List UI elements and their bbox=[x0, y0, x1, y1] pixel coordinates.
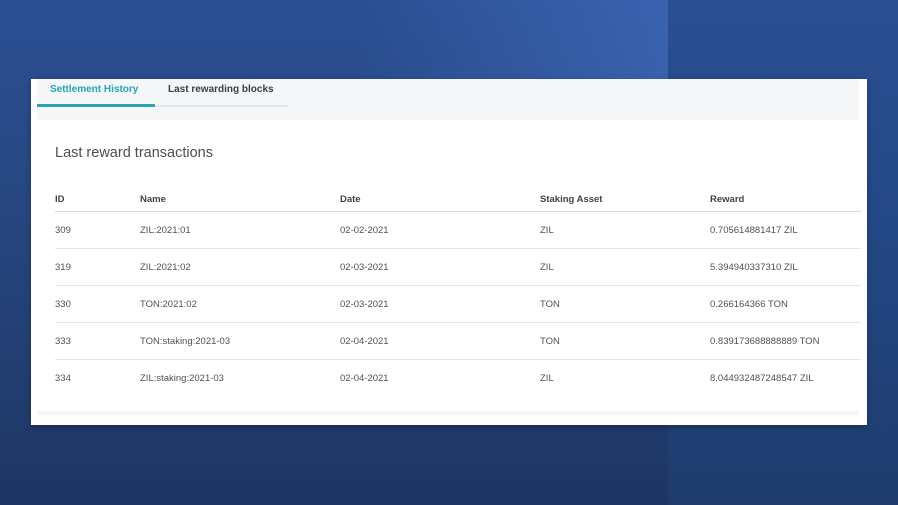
table-header-row: ID Name Date Staking Asset Reward bbox=[55, 187, 861, 212]
column-header-id: ID bbox=[55, 187, 140, 212]
panel-footer-strip bbox=[37, 411, 859, 415]
cell-name: TON:2021:02 bbox=[140, 285, 340, 323]
cell-reward: 0.266164366 TON bbox=[710, 285, 861, 323]
cell-staking-asset: ZIL bbox=[540, 211, 710, 249]
column-header-date: Date bbox=[340, 187, 540, 212]
table-row: 330 TON:2021:02 02-03-2021 TON 0.2661643… bbox=[55, 285, 861, 323]
reward-history-card: Settlement History Last rewarding blocks… bbox=[31, 79, 867, 425]
cell-id: 333 bbox=[55, 322, 140, 360]
cell-name: TON:staking:2021-03 bbox=[140, 322, 340, 360]
cell-staking-asset: ZIL bbox=[540, 372, 554, 384]
cell-name: ZIL:staking:2021-03 bbox=[140, 372, 224, 384]
table-row: 319 ZIL:2021:02 02-03-2021 ZIL 5.3949403… bbox=[55, 248, 861, 286]
cell-date: 02-03-2021 bbox=[340, 285, 540, 323]
table-row: 334 ZIL:staking:2021-03 02-04-2021 ZIL 8… bbox=[55, 360, 861, 397]
cell-reward: 0.705614881417 ZIL bbox=[710, 211, 861, 249]
cell-id: 309 bbox=[55, 211, 140, 249]
tab-last-rewarding-blocks[interactable]: Last rewarding blocks bbox=[168, 79, 274, 108]
cell-reward: 8.044932487248547 ZIL bbox=[710, 372, 814, 384]
table-row: 309 ZIL:2021:01 02-02-2021 ZIL 0.7056148… bbox=[55, 211, 861, 249]
tab-settlement-history[interactable]: Settlement History bbox=[50, 79, 138, 108]
tabs-bar: Settlement History Last rewarding blocks bbox=[37, 79, 859, 120]
cell-date: 02-04-2021 bbox=[340, 372, 389, 384]
column-header-staking-asset: Staking Asset bbox=[540, 187, 710, 212]
column-header-name: Name bbox=[140, 187, 340, 212]
column-header-reward: Reward bbox=[710, 187, 861, 212]
reward-transactions-table: ID Name Date Staking Asset Reward 309 ZI… bbox=[55, 187, 861, 396]
cell-date: 02-03-2021 bbox=[340, 248, 540, 286]
cell-id: 330 bbox=[55, 285, 140, 323]
cell-id: 319 bbox=[55, 248, 140, 286]
cell-staking-asset: ZIL bbox=[540, 248, 710, 286]
cell-staking-asset: TON bbox=[540, 322, 710, 360]
table-row: 333 TON:staking:2021-03 02-04-2021 TON 0… bbox=[55, 322, 861, 360]
cell-date: 02-02-2021 bbox=[340, 211, 540, 249]
cell-date: 02-04-2021 bbox=[340, 322, 540, 360]
cell-name: ZIL:2021:01 bbox=[140, 211, 340, 249]
cell-reward: 5.394940337310 ZIL bbox=[710, 248, 861, 286]
cell-name: ZIL:2021:02 bbox=[140, 248, 340, 286]
cell-reward: 0.839173688888889 TON bbox=[710, 322, 861, 360]
section-title: Last reward transactions bbox=[55, 145, 213, 161]
cell-staking-asset: TON bbox=[540, 285, 710, 323]
cell-id: 334 bbox=[55, 372, 71, 384]
